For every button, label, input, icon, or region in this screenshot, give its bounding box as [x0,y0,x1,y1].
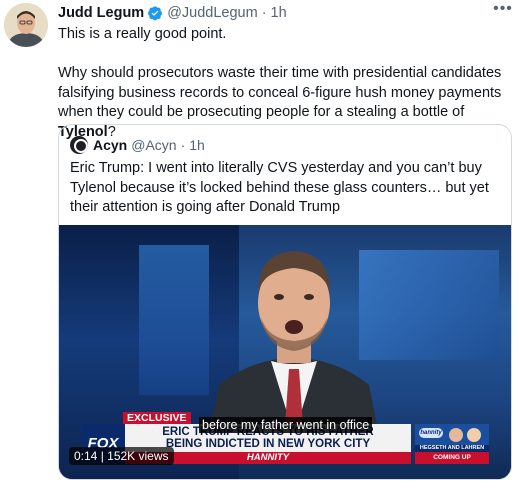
author-avatar[interactable] [4,3,48,47]
avatar-image [4,3,48,47]
separator-dot: · [261,5,267,21]
coming-up-promo: hannity HEGSETH AND LAHREN COMING UP [415,424,489,464]
video-views: 152K views [107,449,169,463]
video-stats: 0:14 | 152K views [69,447,174,465]
promo-host-1 [449,428,463,442]
video-caption: before my father went in office [199,417,373,433]
verified-badge-icon [148,6,163,21]
promo-label: COMING UP [415,452,489,464]
promo-host-2 [467,428,481,442]
quoted-author-avatar[interactable] [70,136,88,154]
video-person [209,251,379,435]
tweet-header: Judd Legum @JuddLegum · 1h [58,4,287,22]
studio-screen [359,250,499,360]
paragraph2-text: Why should prosecutors waste their time … [58,65,502,120]
quoted-tweet-header: Acyn @Acyn · 1h [70,136,205,154]
author-handle[interactable]: @JuddLegum [167,5,258,21]
promo-guests: HEGSETH AND LAHREN [415,445,489,452]
video-duration: 0:14 [74,449,98,463]
quoted-tweet-text: Eric Trump: I went into literally CVS ye… [70,160,489,215]
separator-dot: · [180,137,186,153]
quoted-author-handle[interactable]: @Acyn [131,137,176,153]
tweet-timestamp[interactable]: 1h [271,5,287,21]
tweet-text-line1: This is a really good point. [58,26,227,42]
video-player[interactable]: EXCLUSIVE FOX ERIC TRUMP REACTS TO HIS F… [59,225,511,479]
quoted-timestamp[interactable]: 1h [189,137,205,153]
studio-light-panel [139,245,209,395]
quoted-tweet[interactable]: Acyn @Acyn · 1h Eric Trump: I went into … [58,124,512,480]
author-name[interactable]: Judd Legum [58,5,144,21]
more-options-icon[interactable]: ••• [492,1,514,20]
tweet[interactable]: Judd Legum @JuddLegum · 1h ••• This is a… [0,0,520,488]
promo-show-badge: hannity [419,428,443,438]
quoted-author-name[interactable]: Acyn [93,137,127,153]
